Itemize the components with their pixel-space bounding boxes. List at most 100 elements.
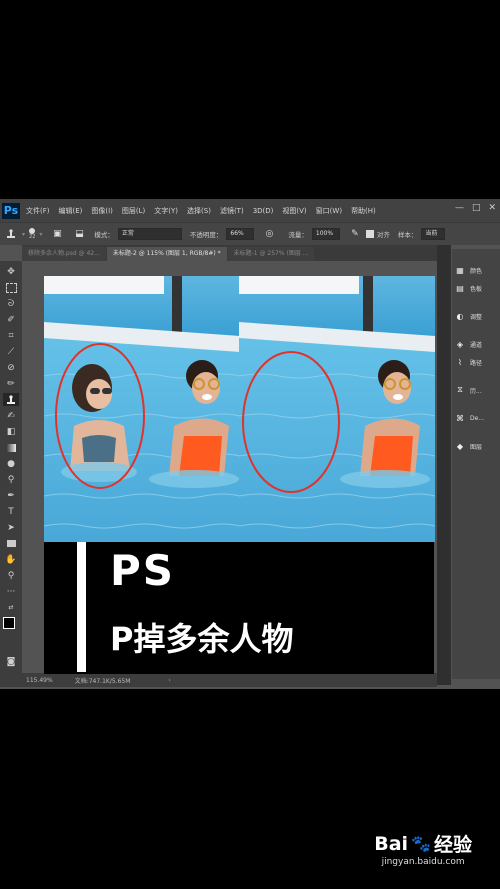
window-controls: — □ ✕ (455, 203, 496, 213)
menu-edit[interactable]: 编辑(E) (59, 206, 83, 216)
menu-help[interactable]: 帮助(H) (351, 206, 376, 216)
dodge-tool-icon[interactable]: ⚲ (3, 473, 19, 486)
flow-input[interactable]: 100% (311, 228, 340, 240)
collapsed-dock-strip (437, 245, 451, 685)
brush-picker-arrow-icon[interactable]: ▾ (39, 231, 42, 238)
tools-panel: ✥ ᘐ ✐ ⌗ ⟋ ⊘ ✏ ✍ ◧ ● ⚲ ✒ T ➤ ✋ ⚲ ··· ⇄ ◙ (0, 261, 22, 681)
sample-label: 样本： (397, 231, 418, 239)
layers-icon: ◆ (456, 441, 464, 451)
watermark-brand-suffix: 经验 (433, 834, 472, 856)
panel-label: 颜色 (470, 267, 483, 275)
tab-untitled-2[interactable]: 未标题-2 @ 115% (图层 1, RGB/8#) * (106, 247, 227, 261)
document-canvas[interactable]: PS P掉多余人物 (44, 276, 435, 674)
panel-label: 调整 (470, 313, 483, 321)
rectangle-tool-icon[interactable] (3, 537, 19, 550)
banner-subtitle: P掉多余人物 (110, 620, 294, 658)
close-button[interactable]: ✕ (488, 203, 496, 213)
panel-paths[interactable]: ⌇ 路径 (454, 355, 482, 369)
banner-title: PS (110, 546, 176, 595)
options-bar: ▾ 22 ▾ ▣ ⬓ 模式： 正常 不透明度： 66% ◎ 流量： 100% ✎… (0, 222, 500, 245)
panel-layers[interactable]: ◆ 图层 (454, 439, 482, 453)
panel-label: De... (470, 414, 485, 422)
eraser-tool-icon[interactable]: ◧ (3, 425, 19, 438)
lasso-tool-icon[interactable]: ᘐ (3, 297, 19, 310)
paths-icon: ⌇ (458, 357, 462, 367)
history-icon: ⧖ (457, 385, 463, 394)
brush-tool-icon[interactable]: ✏ (3, 377, 19, 390)
maximize-button[interactable]: □ (472, 203, 481, 213)
panel-label: 历... (470, 387, 482, 395)
panel-channels[interactable]: ◈ 通道 (454, 337, 482, 351)
menu-view[interactable]: 视图(V) (282, 206, 306, 216)
status-bar: 115.49% 文档:747.1K/5.65M › (0, 673, 437, 687)
panel-label: 图层 (470, 443, 483, 451)
align-label: 对齐 (376, 231, 390, 239)
clone-source-icon[interactable]: ⬓ (72, 227, 86, 241)
history-brush-tool-icon[interactable]: ✍ (3, 409, 19, 422)
brush-panel-icon[interactable]: ▣ (50, 227, 64, 241)
pressure-opacity-icon[interactable]: ◎ (262, 227, 276, 241)
panel-color[interactable]: ▦ 颜色 (454, 263, 482, 277)
crop-tool-icon[interactable]: ⌗ (3, 329, 19, 342)
tab-untitled-1[interactable]: 未标题-1 @ 257% (图层 ... (227, 247, 315, 261)
menu-type[interactable]: 文字(Y) (154, 206, 178, 216)
type-tool-icon[interactable]: T (3, 505, 19, 518)
panel-label: 色板 (470, 285, 483, 293)
path-selection-tool-icon[interactable]: ➤ (3, 521, 19, 534)
channels-icon: ◈ (456, 339, 464, 349)
panel-label: 通道 (470, 341, 483, 349)
tool-preset-arrow-icon[interactable]: ▾ (22, 231, 25, 238)
brush-preset-picker[interactable]: 22 (29, 228, 35, 240)
adjustments-icon: ◐ (456, 311, 464, 321)
watermark-url: jingyan.baidu.com (381, 857, 465, 867)
menu-3d[interactable]: 3D(D) (253, 207, 274, 215)
flow-label: 流量： (288, 231, 308, 239)
blur-tool-icon[interactable]: ● (3, 457, 19, 470)
menu-filter[interactable]: 滤镜(T) (220, 206, 244, 216)
quick-mask-icon[interactable]: ◙ (3, 655, 19, 668)
minimize-button[interactable]: — (455, 203, 464, 213)
zoom-tool-icon[interactable]: ⚲ (3, 569, 19, 582)
marquee-tool-icon[interactable] (3, 281, 19, 294)
healing-brush-tool-icon[interactable]: ⊘ (3, 361, 19, 374)
hand-tool-icon[interactable]: ✋ (3, 553, 19, 566)
sample-select[interactable]: 当前 (421, 228, 446, 240)
menu-file[interactable]: 文件(F) (26, 206, 50, 216)
banner-accent-bar (77, 542, 86, 672)
mode-select[interactable]: 正常 (117, 228, 182, 240)
tab-remove-people-psd[interactable]: 移除多余人物.psd @ 42... (22, 247, 106, 261)
paw-icon: 🐾 (411, 834, 431, 853)
more-tools-icon[interactable]: ··· (3, 585, 19, 598)
menu-select[interactable]: 选择(S) (187, 206, 211, 216)
panel-history[interactable]: ⧖ 历... (454, 383, 482, 397)
document-tabs: 移除多余人物.psd @ 42... 未标题-2 @ 115% (图层 1, R… (22, 245, 437, 261)
panel-details[interactable]: ⌘ De... (454, 411, 484, 425)
move-tool-icon[interactable]: ✥ (3, 265, 19, 278)
gradient-tool-icon[interactable] (3, 441, 19, 454)
clone-stamp-tool-icon[interactable] (3, 393, 19, 406)
pen-tool-icon[interactable]: ✒ (3, 489, 19, 502)
panel-adjustments[interactable]: ◐ 调整 (454, 309, 483, 323)
photoshop-logo: Ps (2, 202, 20, 219)
menu-window[interactable]: 窗口(W) (316, 206, 342, 216)
swap-colors-icon[interactable]: ⇄ (3, 601, 19, 614)
eyedropper-tool-icon[interactable]: ⟋ (3, 345, 19, 358)
document-size: 文档:747.1K/5.65M (74, 677, 131, 685)
clone-stamp-tool-icon[interactable] (4, 227, 18, 241)
panel-swatches[interactable]: ▤ 色板 (454, 281, 482, 295)
menu-layer[interactable]: 图层(L) (122, 206, 145, 216)
panel-dock: ▦ 颜色 ▤ 色板 ◐ 调整 ◈ 通道 ⌇ 路径 ⧖ 历... ⌘ De... … (452, 249, 500, 679)
details-icon: ⌘ (456, 413, 464, 423)
opacity-input[interactable]: 66% (226, 228, 255, 240)
quick-selection-tool-icon[interactable]: ✐ (3, 313, 19, 326)
airbrush-icon[interactable]: ✎ (348, 227, 362, 241)
foreground-color-swatch[interactable] (3, 617, 15, 629)
panel-label: 路径 (470, 359, 483, 367)
zoom-level[interactable]: 115.49% (26, 677, 53, 684)
menu-image[interactable]: 图像(I) (91, 206, 113, 216)
watermark-brand: Bai (374, 832, 409, 855)
menu-bar: Ps 文件(F) 编辑(E) 图像(I) 图层(L) 文字(Y) 选择(S) 滤… (0, 199, 500, 222)
mode-label: 模式： (94, 231, 114, 239)
status-arrow-icon[interactable]: › (168, 677, 170, 684)
align-checkbox[interactable] (365, 230, 374, 238)
